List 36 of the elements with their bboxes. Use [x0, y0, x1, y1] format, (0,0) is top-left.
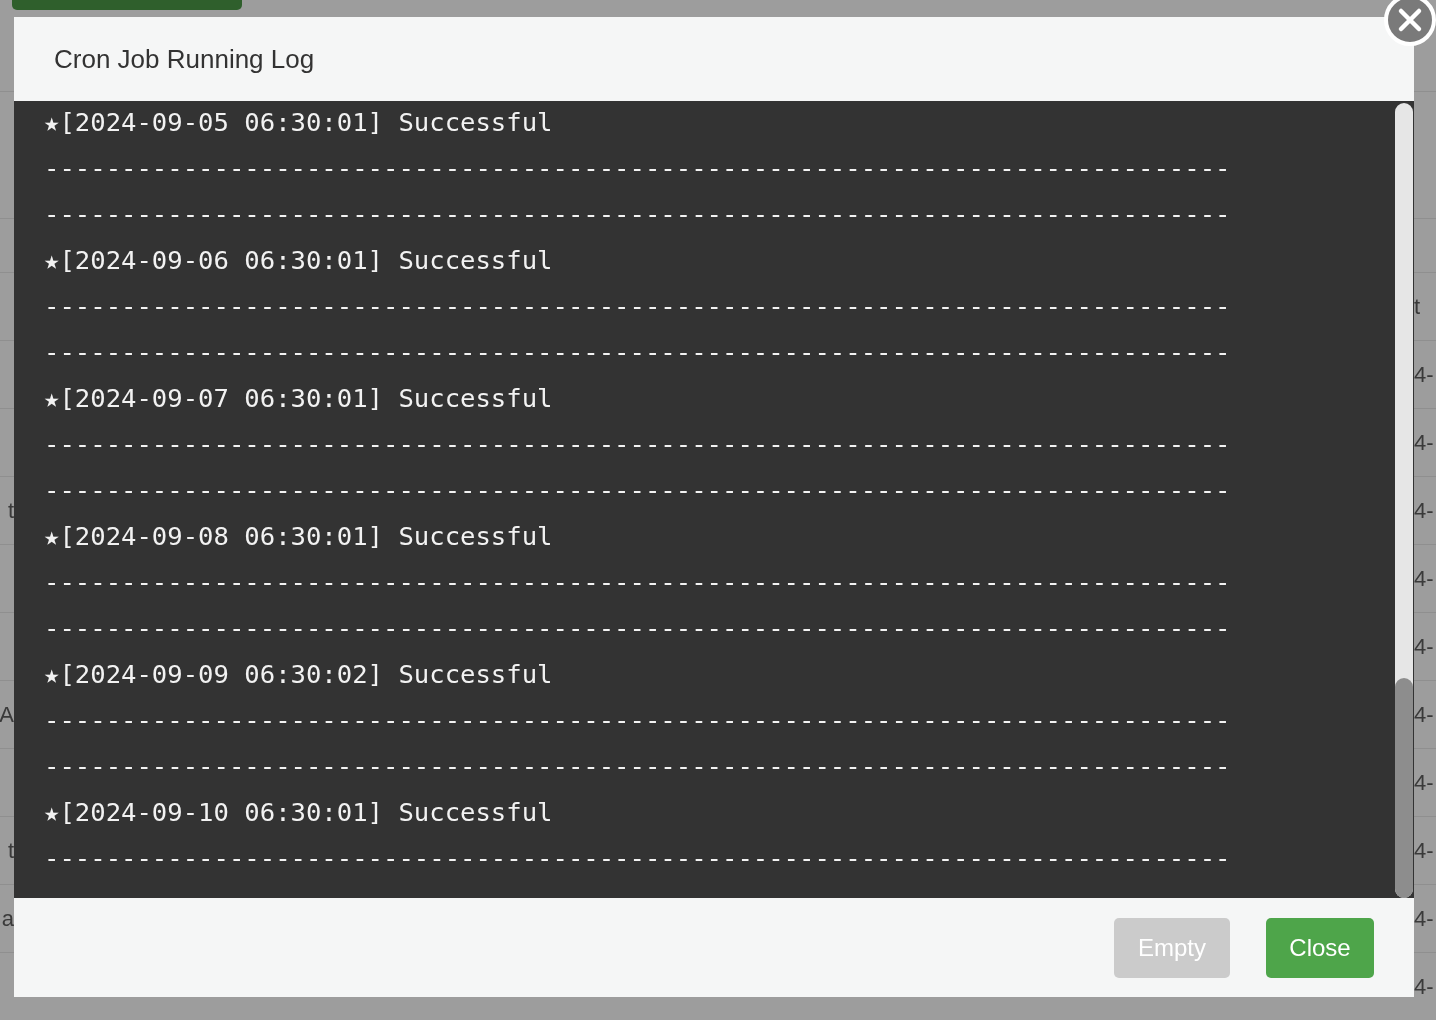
- separator-line: -----------------------------------------------------------------------------: [44, 566, 1231, 599]
- table-cell: 4-: [1414, 769, 1434, 795]
- log-entry: ★[2024-09-10 06:30:01] Successful: [44, 796, 553, 829]
- table-cell: 4-: [1414, 701, 1434, 727]
- separator-line: -----------------------------------------------------------------------------: [44, 750, 1231, 783]
- log-entry: ★[2024-09-07 06:30:01] Successful: [44, 382, 553, 415]
- table-cell: t: [1414, 293, 1421, 319]
- table-cell: 4-: [1414, 633, 1434, 659]
- table-cell: t: [7, 497, 14, 524]
- table-cell: 4-: [1414, 565, 1434, 591]
- dialog-title: Cron Job Running Log: [54, 43, 315, 75]
- log-entry: ★[2024-09-05 06:30:01] Successful: [44, 106, 553, 139]
- close-icon[interactable]: [1383, 0, 1436, 47]
- table-cell: 4-: [1414, 429, 1434, 455]
- separator-line: -----------------------------------------------------------------------------: [44, 474, 1231, 507]
- scrollbar[interactable]: [1395, 103, 1413, 898]
- table-cell: t: [7, 837, 14, 864]
- separator-line: -----------------------------------------------------------------------------: [44, 198, 1231, 231]
- close-button[interactable]: Close: [1266, 917, 1374, 978]
- table-cell: 4-: [1414, 905, 1434, 931]
- table-cell: 4-: [1414, 361, 1434, 387]
- log-entry: ★[2024-09-09 06:30:02] Successful: [44, 658, 553, 691]
- table-cell: 4-: [1414, 973, 1434, 999]
- separator-line: -----------------------------------------------------------------------------: [44, 704, 1231, 737]
- separator-line: -----------------------------------------------------------------------------: [44, 842, 1231, 875]
- separator-line: -----------------------------------------------------------------------------: [44, 612, 1231, 645]
- separator-line: -----------------------------------------------------------------------------: [44, 152, 1231, 185]
- table-cell: 4-: [1414, 837, 1434, 863]
- table-cell: a: [1, 905, 14, 932]
- log-entry: ★[2024-09-06 06:30:01] Successful: [44, 244, 553, 277]
- table-cell: 4-: [1414, 497, 1434, 523]
- separator-line: -----------------------------------------------------------------------------: [44, 290, 1231, 323]
- table-cell: A: [0, 701, 14, 728]
- separator-line: -----------------------------------------------------------------------------: [44, 428, 1231, 461]
- log-entry: ★[2024-09-08 06:30:01] Successful: [44, 520, 553, 553]
- separator-line: -----------------------------------------------------------------------------: [44, 336, 1231, 369]
